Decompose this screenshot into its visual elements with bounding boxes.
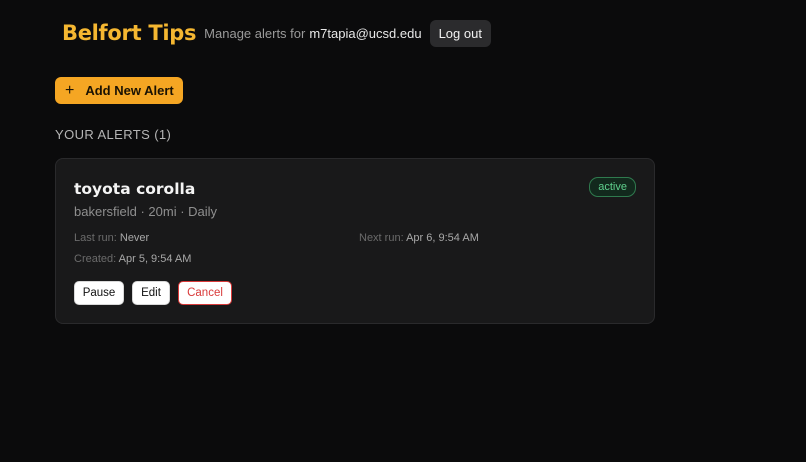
alert-subtitle: bakersfield · 20mi · Daily bbox=[74, 204, 218, 219]
created: Created: Apr 5, 9:54 AM bbox=[74, 253, 191, 265]
pause-button[interactable]: Pause bbox=[74, 281, 124, 305]
edit-button[interactable]: Edit bbox=[132, 281, 170, 305]
created-value: Apr 5, 9:54 AM bbox=[118, 253, 192, 265]
header: Belfort Tips Manage alerts for m7tapia@u… bbox=[62, 19, 491, 47]
last-run: Last run: Never bbox=[74, 232, 149, 244]
cancel-button[interactable]: Cancel bbox=[178, 281, 232, 305]
created-label: Created: bbox=[74, 253, 117, 265]
alert-card: toyota corolla active bakersfield · 20mi… bbox=[55, 158, 655, 324]
last-run-value: Never bbox=[119, 232, 150, 244]
last-run-label: Last run: bbox=[74, 232, 117, 244]
alerts-section-title: YOUR ALERTS (1) bbox=[55, 127, 172, 142]
manage-label: Manage alerts for bbox=[204, 25, 306, 41]
next-run: Next run: Apr 6, 9:54 AM bbox=[359, 232, 479, 244]
add-new-alert-label: Add New Alert bbox=[85, 83, 174, 98]
add-new-alert-button[interactable]: + Add New Alert bbox=[55, 77, 183, 104]
alert-title: toyota corolla bbox=[74, 180, 196, 198]
next-run-label: Next run: bbox=[359, 232, 404, 244]
alert-actions: Pause Edit Cancel bbox=[74, 281, 232, 305]
status-badge: active bbox=[589, 177, 636, 197]
next-run-value: Apr 6, 9:54 AM bbox=[406, 232, 479, 244]
logout-button[interactable]: Log out bbox=[429, 19, 491, 47]
brand-title: Belfort Tips bbox=[62, 21, 197, 45]
user-email: m7tapia@ucsd.edu bbox=[309, 25, 422, 41]
plus-icon: + bbox=[65, 81, 75, 99]
